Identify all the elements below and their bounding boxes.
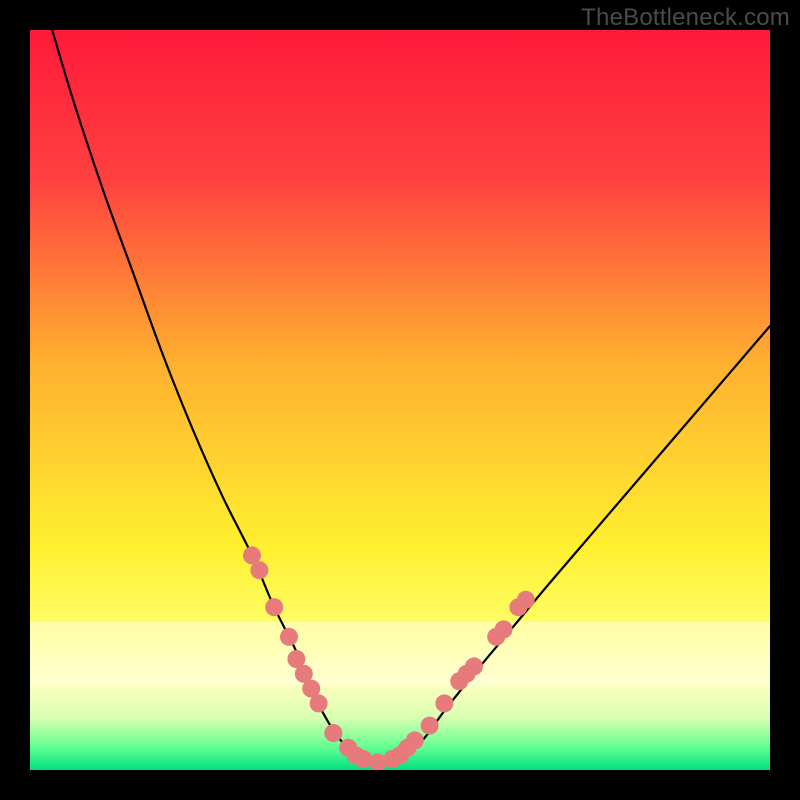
marker-point xyxy=(465,657,483,675)
marker-point xyxy=(324,724,342,742)
marker-point xyxy=(265,598,283,616)
plot-area xyxy=(30,30,770,770)
chart-svg xyxy=(30,30,770,770)
marker-point xyxy=(435,694,453,712)
chart-frame: TheBottleneck.com xyxy=(0,0,800,800)
marker-point xyxy=(421,717,439,735)
marker-point xyxy=(517,591,535,609)
marker-point xyxy=(250,561,268,579)
marker-point xyxy=(495,620,513,638)
highlight-band xyxy=(30,622,770,685)
watermark-text: TheBottleneck.com xyxy=(581,4,790,32)
marker-point xyxy=(406,731,424,749)
marker-point xyxy=(310,694,328,712)
marker-point xyxy=(280,628,298,646)
